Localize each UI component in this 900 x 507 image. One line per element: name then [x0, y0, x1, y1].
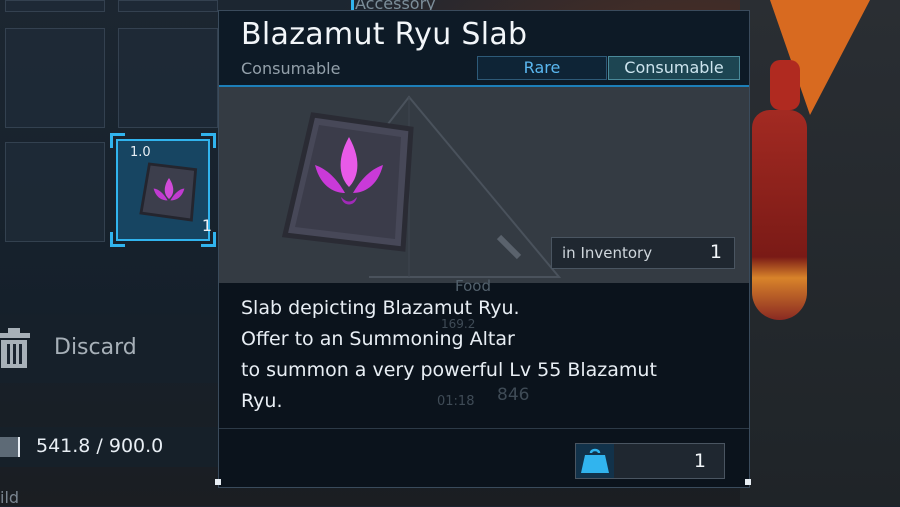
- quantity-box: 1: [575, 443, 725, 479]
- inventory-slot[interactable]: [118, 28, 218, 128]
- description-line: to summon a very powerful Lv 55 Blazamut: [241, 359, 657, 381]
- footer-divider: [219, 428, 749, 429]
- item-tooltip: Blazamut Ryu Slab Consumable Rare Consum…: [215, 10, 751, 488]
- description-line: Ryu.: [241, 390, 283, 412]
- background-character-arm: [770, 60, 800, 110]
- inventory-slot[interactable]: [5, 0, 105, 12]
- selection-corner: [110, 232, 125, 247]
- bag-icon: [581, 448, 609, 473]
- background-character: [752, 110, 807, 320]
- in-inventory-indicator: in Inventory 1: [551, 237, 735, 269]
- description-line: Slab depicting Blazamut Ryu.: [241, 297, 520, 319]
- description-line: Offer to an Summoning Altar: [241, 328, 515, 350]
- type-badge: Consumable: [608, 56, 740, 80]
- bottom-label: ild: [0, 488, 20, 507]
- in-inventory-label: in Inventory: [562, 244, 653, 262]
- trash-icon: [0, 328, 30, 368]
- panel-corner: [745, 479, 751, 485]
- inventory-slot-selected[interactable]: 1.0 1: [110, 133, 216, 247]
- slab-icon: [281, 112, 414, 252]
- slab-icon: [139, 162, 198, 222]
- tooltip-header: Blazamut Ryu Slab Consumable Rare Consum…: [219, 11, 749, 87]
- panel-corner: [215, 479, 221, 485]
- carry-weight-value: 541.8 / 900.0: [36, 435, 164, 457]
- inventory-slot[interactable]: [5, 142, 105, 242]
- inventory-slot[interactable]: [118, 0, 218, 12]
- slot-weight: 1.0: [130, 145, 151, 160]
- carry-weight: 541.8 / 900.0: [0, 427, 218, 467]
- item-preview: in Inventory 1: [219, 87, 749, 283]
- item-category: Consumable: [241, 59, 341, 78]
- quantity-value: 1: [693, 450, 706, 472]
- in-inventory-count: 1: [709, 241, 722, 263]
- rarity-badge: Rare: [477, 56, 607, 80]
- inventory-slot[interactable]: [5, 28, 105, 128]
- bag-icon-container: [576, 444, 614, 478]
- selection-corner: [110, 133, 125, 148]
- weight-bar: [0, 437, 20, 457]
- selection-corner: [201, 133, 216, 148]
- discard-button[interactable]: Discard: [0, 315, 218, 383]
- item-name: Blazamut Ryu Slab: [241, 17, 528, 52]
- slot-count: 1: [201, 216, 212, 235]
- item-description: Slab depicting Blazamut Ryu. Offer to an…: [241, 293, 731, 417]
- discard-label: Discard: [54, 335, 137, 360]
